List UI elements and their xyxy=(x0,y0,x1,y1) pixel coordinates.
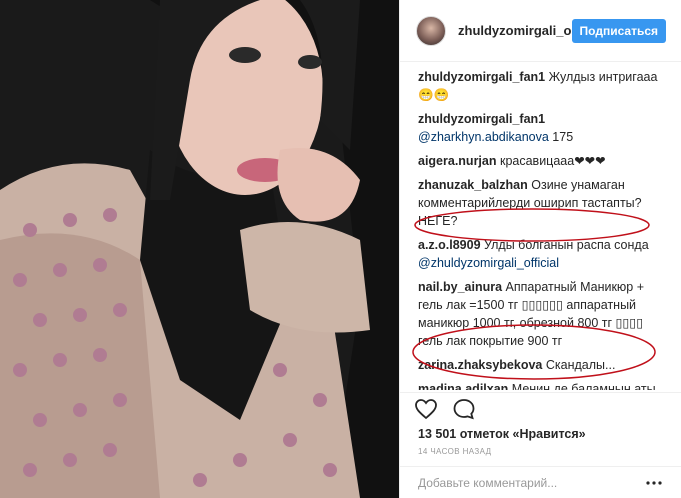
comment-item: zarina.zhaksybekova Скандалы... xyxy=(418,356,666,374)
comment-item: nail.by_ainura Аппаратный Маникюр + гель… xyxy=(418,278,666,350)
comment-item: zhuldyzomirgali_fan1 @zharkhyn.abdikanov… xyxy=(418,110,666,146)
portrait-illustration xyxy=(0,0,399,498)
comment-item: madina.adilxan Менин де баламнын аты САН… xyxy=(418,380,666,390)
comment-item: a.z.o.l8909 Улды болганын распа сонда @z… xyxy=(418,236,666,272)
comment-username[interactable]: aigera.nurjan xyxy=(418,154,497,168)
comment-username[interactable]: zhanuzak_balzhan xyxy=(418,178,528,192)
comment-username[interactable]: madina.adilxan xyxy=(418,382,508,390)
comment-username[interactable]: zhuldyzomirgali_fan1 xyxy=(418,70,545,84)
comment-username[interactable]: zhuldyzomirgali_fan1 xyxy=(418,112,545,126)
comment-username[interactable]: nail.by_ainura xyxy=(418,280,502,294)
post-header: zhuldyzomirgali_o Подписаться xyxy=(400,0,681,62)
likes-count[interactable]: 13 501 отметок «Нравится» xyxy=(418,427,586,441)
comment-mention-link[interactable]: @zharkhyn.abdikanova xyxy=(418,130,549,144)
comment-mention-link[interactable]: @zhuldyzomirgali_official xyxy=(418,256,559,270)
post-photo[interactable] xyxy=(0,0,399,498)
action-bar xyxy=(400,392,681,424)
more-dots-icon[interactable] xyxy=(644,478,664,488)
comment-text: 175 xyxy=(548,130,574,144)
comment-item: zhuldyzomirgali_fan1 Жулдыз интригааа😁😁 xyxy=(418,68,666,104)
post-timestamp: 14 ЧАСОВ НАЗАД xyxy=(418,447,492,456)
comment-item: aigera.nurjan красавицааа❤❤❤ xyxy=(418,152,666,170)
comment-text: Улды болганын распа сонда xyxy=(484,238,649,252)
add-comment-bar xyxy=(400,466,681,498)
avatar[interactable] xyxy=(416,15,446,46)
username[interactable]: zhuldyzomirgali_o xyxy=(458,23,572,38)
heart-icon[interactable] xyxy=(414,397,438,421)
comment-text: красавицааа❤❤❤ xyxy=(499,154,606,168)
comment-item: zhanuzak_balzhan Озине унамаган коммента… xyxy=(418,176,666,230)
comment-username[interactable]: a.z.o.l8909 xyxy=(418,238,481,252)
comment-input[interactable] xyxy=(418,475,644,490)
comments-list: zhuldyzomirgali_fan1 Жулдыз интригааа😁😁 … xyxy=(400,62,681,390)
post-side-panel: zhuldyzomirgali_o Подписаться zhuldyzomi… xyxy=(399,0,681,498)
comment-username[interactable]: zarina.zhaksybekova xyxy=(418,358,542,372)
comment-bubble-icon[interactable] xyxy=(452,397,476,421)
comment-text: Скандалы... xyxy=(545,358,616,372)
follow-button[interactable]: Подписаться xyxy=(571,18,666,43)
